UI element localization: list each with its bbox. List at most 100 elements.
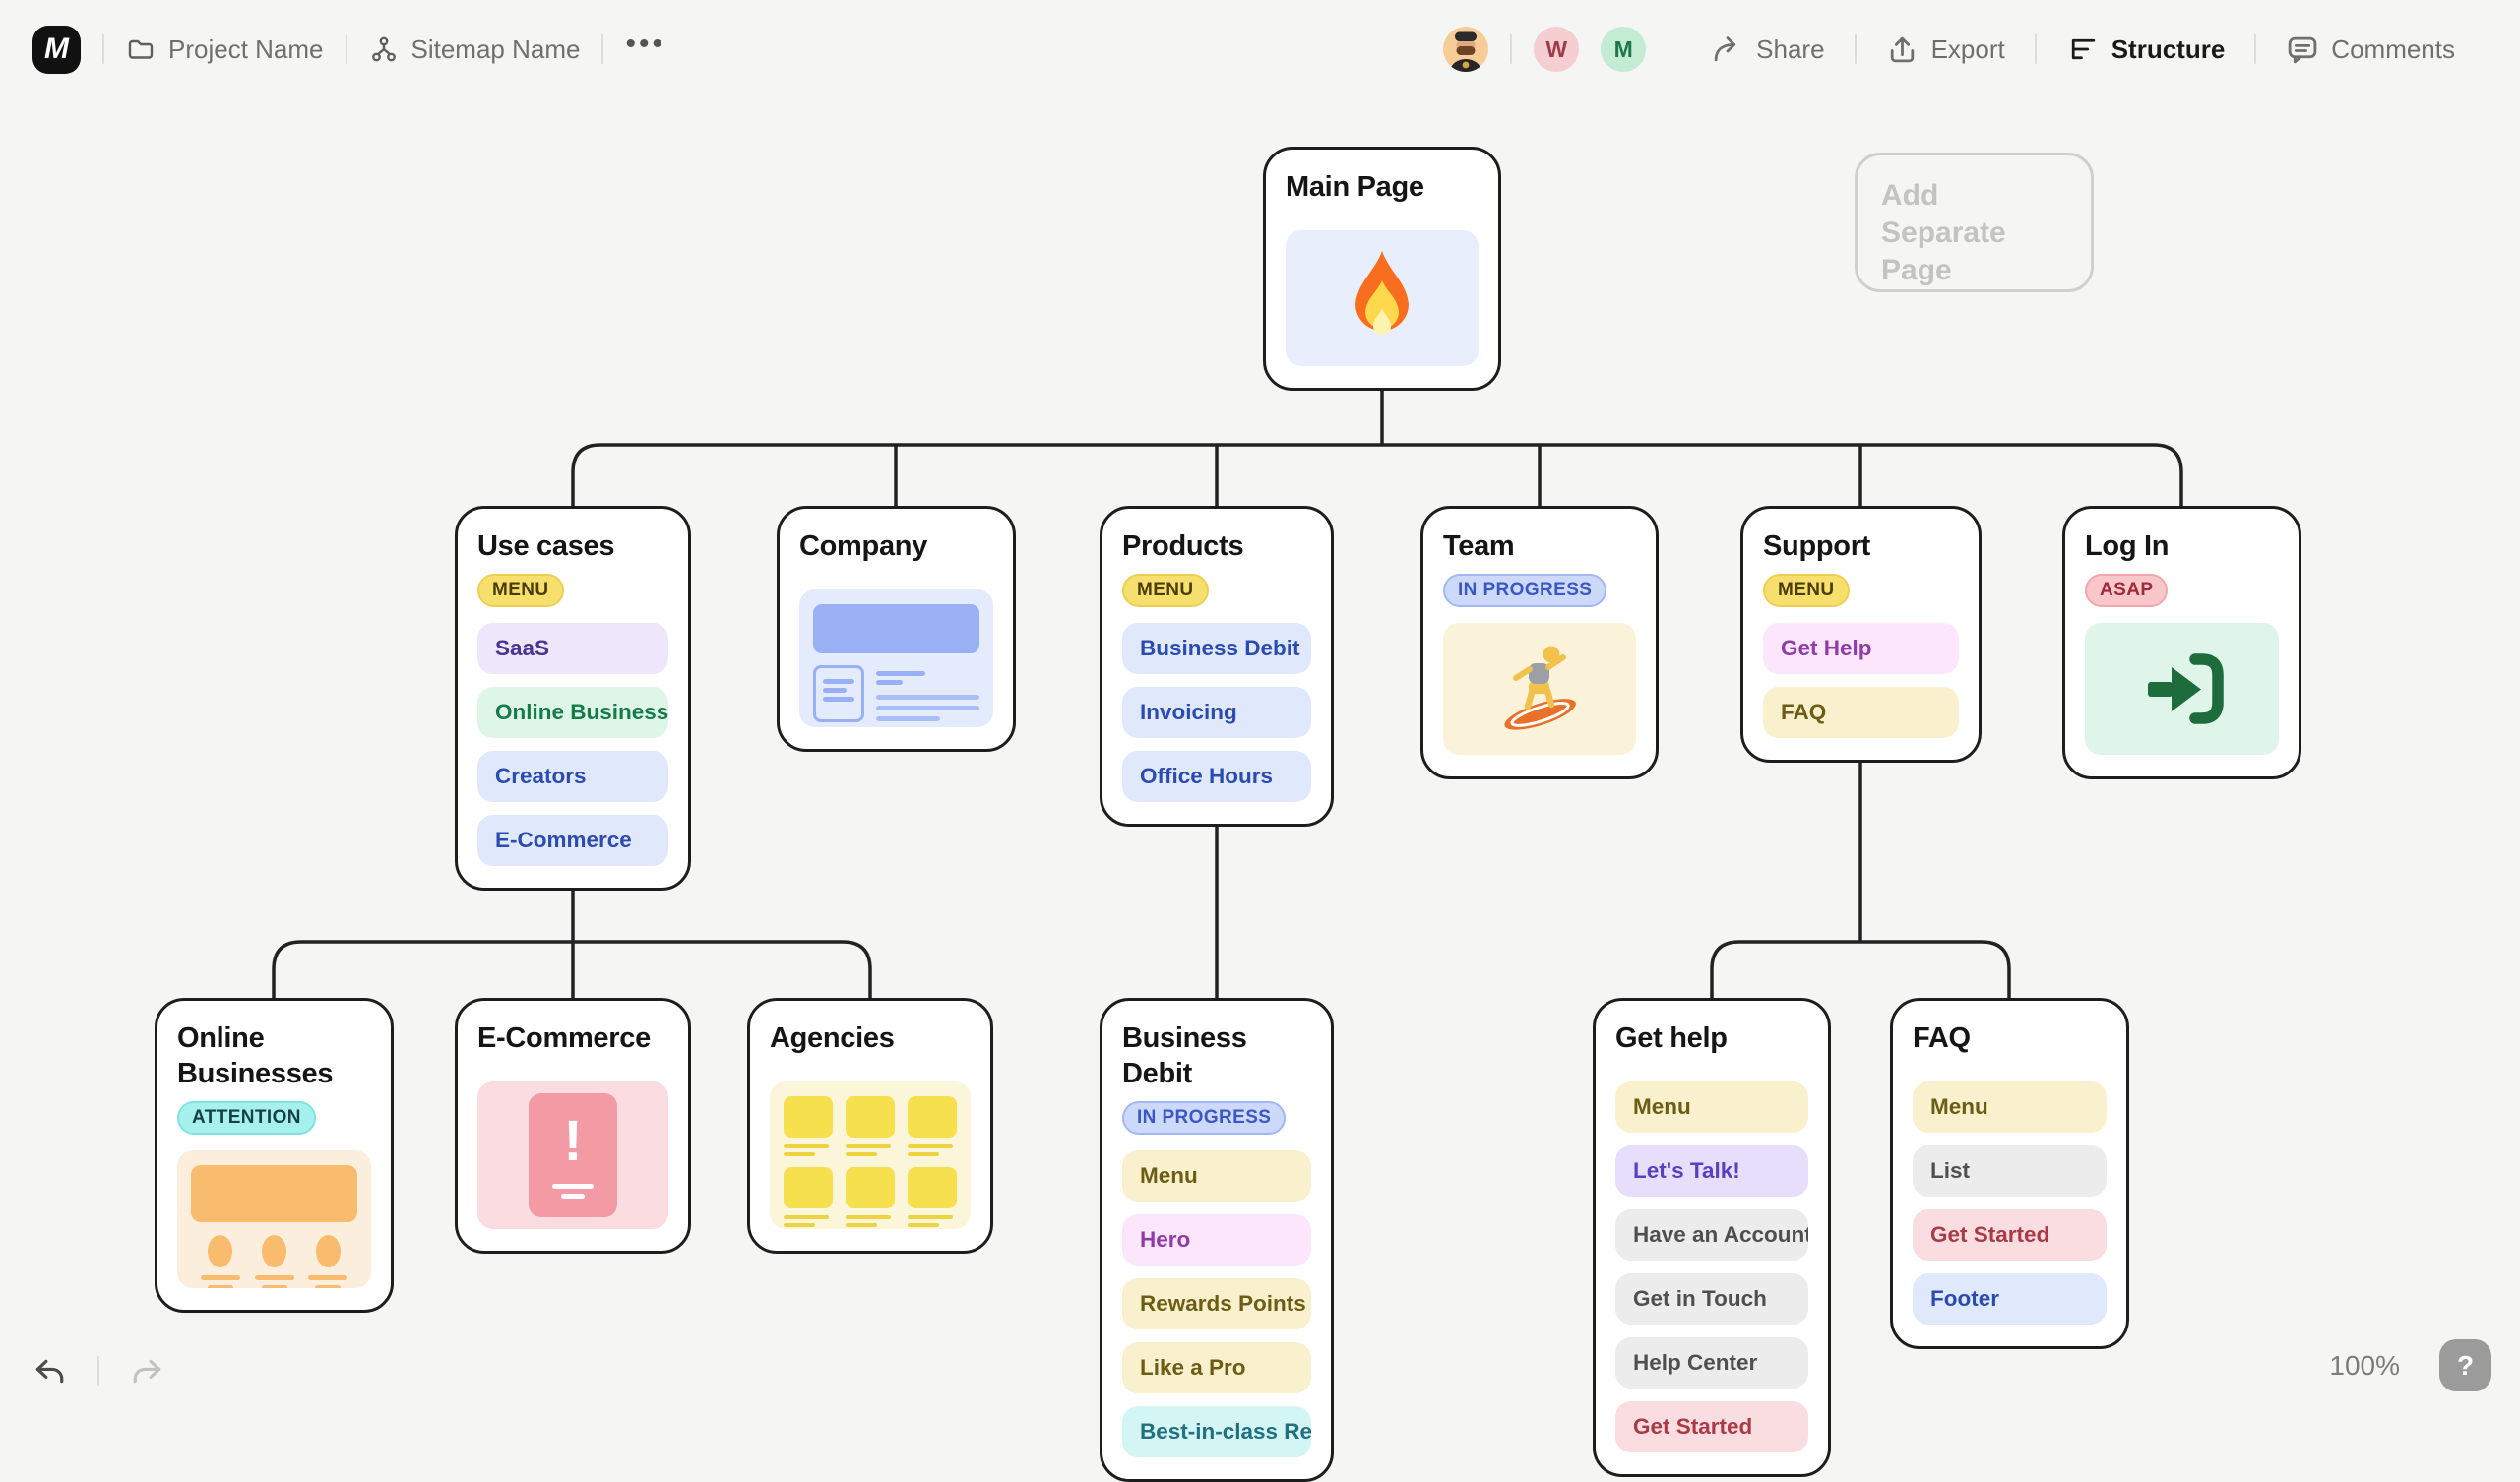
page-card-company[interactable]: Company <box>777 506 1016 752</box>
divider <box>345 34 347 64</box>
section-block[interactable]: Get Help <box>1763 623 1959 674</box>
status-badge[interactable]: IN PROGRESS <box>1122 1101 1287 1135</box>
page-card-e-commerce[interactable]: E-Commerce ! <box>455 998 691 1254</box>
export-button[interactable]: Export <box>1886 33 2005 66</box>
login-arrow-icon <box>2147 653 2224 724</box>
divider <box>2254 34 2257 64</box>
section-block[interactable]: Let's Talk! <box>1615 1145 1808 1197</box>
section-block[interactable]: SaaS <box>477 623 668 674</box>
page-card-log-in[interactable]: Log In ASAP <box>2062 506 2301 779</box>
comments-label: Comments <box>2331 33 2455 64</box>
structure-label: Structure <box>2110 33 2226 64</box>
divider <box>102 34 104 64</box>
doc-block <box>813 665 864 722</box>
page-card-business-debit[interactable]: Business Debit IN PROGRESS Menu Hero Rewards… <box>1100 998 1334 1482</box>
status-badge[interactable]: MENU <box>1122 574 1209 607</box>
wireframe-line <box>823 697 854 702</box>
gallery-cell <box>784 1167 833 1227</box>
card-title: Agencies <box>770 1022 895 1054</box>
thumbnail-panel <box>2085 623 2279 755</box>
card-title: E-Commerce <box>477 1022 651 1054</box>
person-block <box>197 1235 243 1288</box>
card-title: Main Page <box>1286 171 1424 203</box>
app-logo[interactable]: M <box>32 25 81 74</box>
section-list: SaaS Online Businesses Creators E-Commerce <box>477 623 668 866</box>
section-block[interactable]: FAQ <box>1763 687 1959 738</box>
share-icon <box>1711 33 1743 66</box>
wireframe-line <box>876 716 941 721</box>
project-name-label: Project Name <box>168 33 324 64</box>
section-block[interactable]: Best-in-class Red... <box>1122 1406 1311 1457</box>
collaborator-avatar[interactable]: M <box>1601 27 1647 72</box>
share-button[interactable]: Share <box>1711 33 1825 66</box>
help-button[interactable]: ? <box>2439 1339 2491 1391</box>
page-card-team[interactable]: Team IN PROGRESS <box>1420 506 1659 779</box>
section-block[interactable]: Hero <box>1122 1214 1311 1266</box>
section-block[interactable]: Menu <box>1122 1150 1311 1202</box>
user-avatar-photo[interactable] <box>1443 27 1489 72</box>
section-list: Menu Hero Rewards Points Like a Pro Best-in-… <box>1122 1150 1311 1457</box>
collaborator-avatar[interactable]: W <box>1534 27 1580 72</box>
section-block[interactable]: Like a Pro <box>1122 1342 1311 1393</box>
section-block[interactable]: Online Businesses <box>477 687 668 738</box>
section-block[interactable]: Office Hours <box>1122 751 1311 802</box>
status-badge[interactable]: ASAP <box>2085 574 2169 607</box>
section-block[interactable]: Menu <box>1913 1081 2107 1133</box>
status-badge[interactable]: MENU <box>477 574 564 607</box>
page-card-faq[interactable]: FAQ Menu List Get Started Footer <box>1890 998 2129 1349</box>
sitemap-tree-icon <box>369 34 399 64</box>
section-block[interactable]: Get Started <box>1615 1401 1808 1452</box>
section-block[interactable]: Creators <box>477 751 668 802</box>
section-block[interactable]: Help Center <box>1615 1337 1808 1389</box>
section-block[interactable]: Business Debit <box>1122 623 1311 674</box>
wireframe-line <box>823 679 854 684</box>
add-separate-page-placeholder[interactable]: Add Separate Page <box>1855 153 2094 292</box>
status-badge[interactable]: MENU <box>1763 574 1850 607</box>
structure-icon <box>2066 33 2099 66</box>
redo-button[interactable] <box>131 1354 164 1388</box>
comments-button[interactable]: Comments <box>2286 33 2455 66</box>
section-list: Business Debit Invoicing Office Hours <box>1122 623 1311 802</box>
section-block[interactable]: Menu <box>1615 1081 1808 1133</box>
card-title: Company <box>799 530 928 562</box>
section-block[interactable]: Invoicing <box>1122 687 1311 738</box>
person-block <box>305 1235 351 1288</box>
section-list: Menu List Get Started Footer <box>1913 1081 2107 1325</box>
page-card-get-help[interactable]: Get help Menu Let's Talk! Have an Account? G… <box>1593 998 1831 1477</box>
card-title: Business Debit <box>1122 1022 1247 1089</box>
wireframe-line <box>823 688 847 693</box>
page-card-online-businesses[interactable]: Online Businesses ATTENTION <box>155 998 394 1313</box>
section-block[interactable]: Have an Account? <box>1615 1209 1808 1261</box>
zoom-level-label: 100% <box>2329 1349 2400 1381</box>
undo-button[interactable] <box>32 1354 66 1388</box>
page-card-agencies[interactable]: Agencies <box>747 998 993 1254</box>
thumbnail-panel: ! <box>477 1081 668 1229</box>
section-block[interactable]: Rewards Points <box>1122 1278 1311 1329</box>
section-block[interactable]: Footer <box>1913 1273 2107 1325</box>
page-card-support[interactable]: Support MENU Get Help FAQ <box>1740 506 1982 763</box>
surfer-emoji <box>1504 646 1576 730</box>
export-icon <box>1886 33 1919 66</box>
top-toolbar: M Project Name Sitemap Name ••• W M Shar… <box>0 0 2520 98</box>
gallery-cell <box>908 1167 957 1227</box>
thumbnail-panel <box>1286 230 1479 366</box>
page-card-use-cases[interactable]: Use cases MENU SaaS Online Businesses Creato… <box>455 506 691 891</box>
card-title: Products <box>1122 530 1244 562</box>
structure-button[interactable]: Structure <box>2066 33 2226 66</box>
page-card-main-page[interactable]: Main Page <box>1263 147 1501 391</box>
page-card-products[interactable]: Products MENU Business Debit Invoicing Offic… <box>1100 506 1334 827</box>
thumbnail-panel <box>177 1150 371 1288</box>
sitemap-name-button[interactable]: Sitemap Name <box>369 34 580 65</box>
section-block[interactable]: Get Started <box>1913 1209 2107 1261</box>
thumbnail-panel <box>1443 623 1636 755</box>
canvas-controls: 100% ? <box>2329 1339 2491 1391</box>
more-options-button[interactable]: ••• <box>625 30 665 69</box>
project-name-button[interactable]: Project Name <box>126 34 324 65</box>
section-block[interactable]: List <box>1913 1145 2107 1197</box>
status-badge[interactable]: ATTENTION <box>177 1101 316 1135</box>
section-block[interactable]: E-Commerce <box>477 815 668 866</box>
card-title: Use cases <box>477 530 615 562</box>
toolbar-right-group: WM Share Export Structure Comments <box>1443 0 2485 98</box>
section-block[interactable]: Get in Touch <box>1615 1273 1808 1325</box>
status-badge[interactable]: IN PROGRESS <box>1443 574 1607 607</box>
